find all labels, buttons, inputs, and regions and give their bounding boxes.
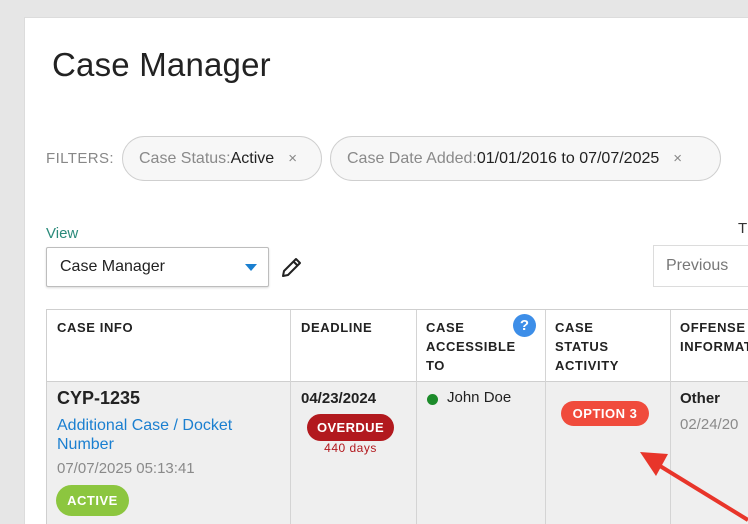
view-select[interactable]: Case Manager xyxy=(46,247,269,287)
case-date: 07/07/2025 05:13:41 xyxy=(57,460,195,477)
pager-label-partial: T xyxy=(738,220,748,237)
header-line: ACTIVITY xyxy=(555,358,620,373)
offense-type: Other xyxy=(680,390,721,407)
filter-chip-key: Case Date Added xyxy=(347,149,473,167)
filter-chip-case-date-added[interactable]: Case Date Added: 01/01/2016 to 07/07/202… xyxy=(330,136,721,181)
header-line: CASE xyxy=(555,320,594,335)
additional-case-link[interactable]: Additional Case / Docket Number xyxy=(57,416,287,454)
accessible-to-name: John Doe xyxy=(447,389,512,406)
filter-chip-key: Case Status xyxy=(139,149,227,167)
filter-chip-value: 01/01/2016 to 07/07/2025 xyxy=(476,149,660,167)
pencil-icon[interactable] xyxy=(280,255,304,279)
header-case-status-activity[interactable]: CASE STATUS ACTIVITY xyxy=(555,318,619,375)
deadline-date: 04/23/2024 xyxy=(301,390,377,407)
close-icon[interactable]: × xyxy=(673,150,682,167)
caret-down-icon xyxy=(245,264,257,271)
header-line: STATUS xyxy=(555,339,609,354)
header-deadline[interactable]: DEADLINE xyxy=(301,318,372,337)
overdue-days: 440 days xyxy=(324,441,377,455)
header-line: TO xyxy=(426,358,446,373)
status-badge: ACTIVE xyxy=(56,485,129,516)
view-select-value: Case Manager xyxy=(60,258,165,275)
previous-button[interactable]: Previous xyxy=(653,245,748,287)
header-line: INFORMAT xyxy=(680,339,748,354)
header-offense-information[interactable]: OFFENSE INFORMAT xyxy=(680,318,748,356)
filters-label: FILTERS: xyxy=(46,150,114,167)
header-line: CASE xyxy=(426,320,465,335)
overdue-badge: OVERDUE xyxy=(307,414,394,441)
header-case-accessible[interactable]: CASE ACCESSIBLE TO xyxy=(426,318,516,375)
filter-chip-case-status[interactable]: Case Status: Active × xyxy=(122,136,322,181)
header-line: ACCESSIBLE xyxy=(426,339,516,354)
page-title: Case Manager xyxy=(52,46,271,83)
case-id[interactable]: CYP-1235 xyxy=(57,388,140,409)
filter-chip-value: Active xyxy=(230,149,275,167)
question-icon[interactable]: ? xyxy=(513,314,536,337)
view-label: View xyxy=(46,225,79,242)
case-table: CASE INFO DEADLINE CASE ACCESSIBLE TO ? … xyxy=(46,309,748,524)
online-status-dot xyxy=(427,394,438,405)
status-activity-badge[interactable]: OPTION 3 xyxy=(561,401,649,426)
close-icon[interactable]: × xyxy=(288,150,297,167)
header-line: OFFENSE xyxy=(680,320,746,335)
offense-date: 02/24/20 xyxy=(680,416,739,433)
header-case-info[interactable]: CASE INFO xyxy=(57,318,133,337)
